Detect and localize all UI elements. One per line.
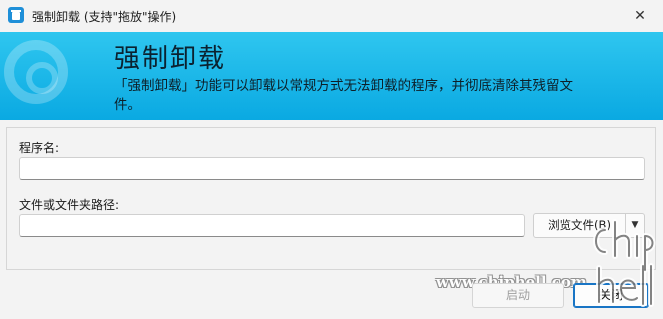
close-button[interactable]: 关闭: [573, 283, 649, 308]
close-icon[interactable]: ✕: [617, 0, 663, 32]
header-banner: 强制卸载 「强制卸载」功能可以卸载以常规方式无法卸载的程序，并彻底清除其残留文件…: [0, 32, 663, 120]
program-name-input[interactable]: [19, 157, 645, 180]
program-name-label: 程序名:: [19, 141, 60, 155]
path-input[interactable]: [19, 214, 525, 237]
banner-description: 「强制卸载」功能可以卸载以常规方式无法卸载的程序，并彻底清除其残留文件。: [114, 78, 573, 113]
window-title: 强制卸载 (支持"拖放"操作): [32, 10, 177, 24]
path-label: 文件或文件夹路径:: [19, 198, 120, 212]
chevron-down-icon[interactable]: ▼: [626, 214, 644, 237]
browse-split-button[interactable]: 浏览文件(B) ▼: [533, 213, 645, 238]
start-button[interactable]: 启动: [472, 283, 564, 308]
banner-title: 强制卸载: [114, 44, 227, 74]
app-uninstall-icon: [8, 7, 24, 23]
browse-button[interactable]: 浏览文件(B): [534, 214, 625, 237]
title-bar: 强制卸载 (支持"拖放"操作) ✕: [0, 0, 663, 32]
banner-logo-icon: [4, 40, 68, 104]
